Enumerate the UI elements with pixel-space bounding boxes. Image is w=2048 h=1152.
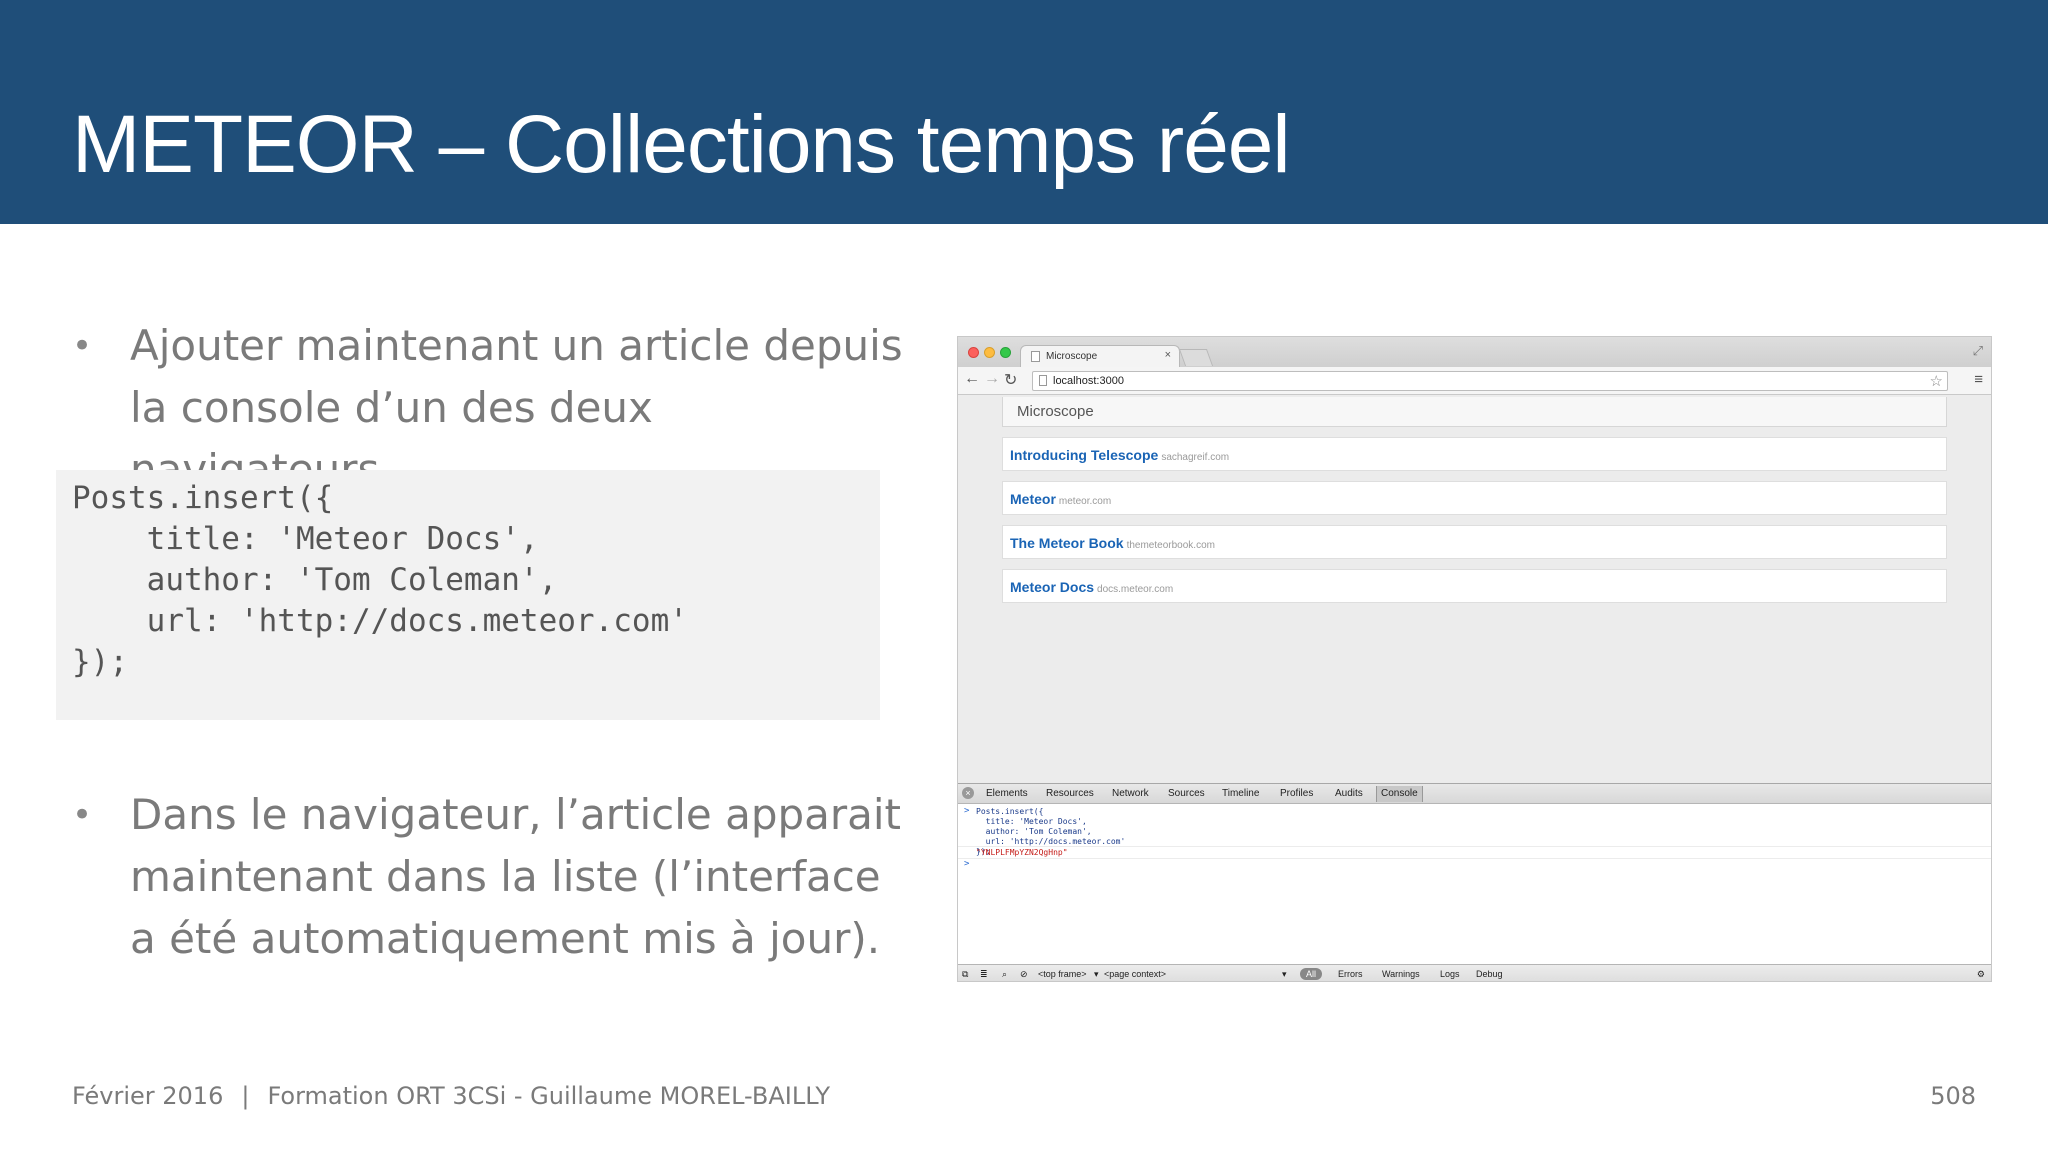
slide-footer: Février 2016 | Formation ORT 3CSi - Guilla… (72, 1082, 830, 1110)
browser-window: Microscope × ⤢ ← → ↻ localhost:3000 ☆ ≡ … (957, 336, 1992, 982)
post-item: The Meteor Book themeteorbook.com (1002, 525, 1947, 559)
footer-course: Formation ORT 3CSi - Guillaume MOREL-BAI… (267, 1082, 831, 1110)
drawer-icon[interactable]: ≣ (980, 969, 988, 980)
fullscreen-icon[interactable]: ⤢ (1973, 343, 1983, 359)
console-output[interactable]: > Posts.insert({ title: 'Meteor Docs', a… (958, 805, 1991, 955)
tab-elements[interactable]: Elements (986, 788, 1028, 799)
maximize-window-button[interactable] (1000, 347, 1011, 358)
console-prompt: > (964, 806, 970, 816)
address-url[interactable]: localhost:3000 (1053, 375, 1124, 387)
page-icon (1039, 375, 1047, 386)
bookmark-star-icon[interactable]: ☆ (1930, 372, 1943, 390)
clear-console-icon[interactable]: ⊘ (1020, 969, 1028, 980)
filter-logs[interactable]: Logs (1440, 969, 1460, 979)
app-brand[interactable]: Microscope (1017, 403, 1094, 420)
bullet-dot: • (72, 795, 93, 835)
bullet-2-text: Dans le navigateur, l’article apparait m… (130, 790, 902, 963)
devtools-tabbar: × Elements Resources Network Sources Tim… (958, 784, 1991, 804)
menu-icon[interactable]: ≡ (1974, 371, 1983, 388)
tab-resources[interactable]: Resources (1046, 788, 1094, 799)
post-title-link[interactable]: Introducing Telescope sachagreif.com (1010, 447, 1229, 463)
post-title[interactable]: Meteor (1010, 491, 1056, 507)
frame-select[interactable]: <top frame> (1038, 969, 1087, 979)
post-title-link[interactable]: Meteor meteor.com (1010, 491, 1111, 507)
tab-sources[interactable]: Sources (1168, 788, 1205, 799)
post-domain: sachagreif.com (1161, 452, 1230, 463)
footer-separator: | (241, 1082, 250, 1110)
filter-errors[interactable]: Errors (1338, 969, 1363, 979)
tab-console[interactable]: Console (1376, 786, 1423, 802)
post-item: Meteor meteor.com (1002, 481, 1947, 515)
post-domain: docs.meteor.com (1097, 584, 1174, 595)
post-item: Introducing Telescope sachagreif.com (1002, 437, 1947, 471)
bullet-2: • Dans le navigateur, l’article apparait… (72, 784, 912, 970)
console-divider (958, 846, 1991, 847)
code-block: Posts.insert({ title: 'Meteor Docs', aut… (56, 470, 880, 720)
tab-bar: Microscope × ⤢ (958, 337, 1991, 367)
post-title[interactable]: Introducing Telescope (1010, 447, 1158, 463)
gear-icon[interactable]: ⚙ (1977, 969, 1985, 980)
app-navbar: Microscope (1002, 397, 1947, 427)
back-arrow-icon[interactable]: ← (964, 370, 980, 388)
slide-title: METEOR – Collections temps réel (72, 99, 1291, 190)
page-icon (1031, 351, 1040, 362)
code-content: Posts.insert({ title: 'Meteor Docs', aut… (72, 480, 688, 680)
devtools-status-bar: ⧉ ≣ ⌕ ⊘ <top frame> ▾ <page context> ▾ A… (958, 964, 1991, 981)
bullet-dot: • (72, 326, 93, 366)
post-title[interactable]: Meteor Docs (1010, 579, 1094, 595)
console-result: "YNLPLFMpYZN2QgHnp" (976, 848, 1068, 857)
tab-close-icon[interactable]: × (1165, 349, 1171, 361)
address-bar[interactable]: localhost:3000 ☆ (1032, 371, 1948, 391)
post-title-link[interactable]: The Meteor Book themeteorbook.com (1010, 535, 1215, 551)
page-viewport: Microscope Introducing Telescope sachagre… (958, 395, 1991, 821)
tab-timeline[interactable]: Timeline (1222, 788, 1259, 799)
search-icon[interactable]: ⌕ (1002, 969, 1007, 980)
tab-network[interactable]: Network (1112, 788, 1149, 799)
tab-profiles[interactable]: Profiles (1280, 788, 1313, 799)
devtools-close-icon[interactable]: × (962, 787, 974, 799)
browser-tab[interactable]: Microscope × (1020, 345, 1180, 367)
filter-warnings[interactable]: Warnings (1382, 969, 1420, 979)
post-title-link[interactable]: Meteor Docs docs.meteor.com (1010, 579, 1173, 595)
dock-icon[interactable]: ⧉ (962, 969, 968, 980)
context-select[interactable]: <page context> (1104, 969, 1166, 979)
post-item: Meteor Docs docs.meteor.com (1002, 569, 1947, 603)
tab-title: Microscope (1046, 351, 1098, 362)
tab-audits[interactable]: Audits (1335, 788, 1363, 799)
browser-toolbar: ← → ↻ localhost:3000 ☆ ≡ (958, 367, 1991, 395)
filter-all[interactable]: All (1300, 968, 1323, 980)
post-title[interactable]: The Meteor Book (1010, 535, 1124, 551)
console-input-prompt[interactable]: > (964, 859, 969, 869)
reload-icon[interactable]: ↻ (1004, 370, 1017, 390)
slide-header: METEOR – Collections temps réel (0, 0, 2048, 224)
close-window-button[interactable] (968, 347, 979, 358)
new-tab-button[interactable] (1178, 349, 1214, 366)
console-divider (958, 858, 1991, 859)
post-domain: themeteorbook.com (1126, 540, 1215, 551)
minimize-window-button[interactable] (984, 347, 995, 358)
filter-debug[interactable]: Debug (1476, 969, 1503, 979)
devtools-panel: × Elements Resources Network Sources Tim… (958, 783, 1991, 981)
page-number: 508 (1930, 1082, 1976, 1110)
chevron-down-icon[interactable]: ▾ (1282, 969, 1287, 980)
post-domain: meteor.com (1058, 496, 1112, 507)
chevron-down-icon[interactable]: ▾ (1094, 969, 1099, 980)
forward-arrow-icon[interactable]: → (984, 370, 1000, 388)
footer-date: Février 2016 (72, 1082, 224, 1110)
